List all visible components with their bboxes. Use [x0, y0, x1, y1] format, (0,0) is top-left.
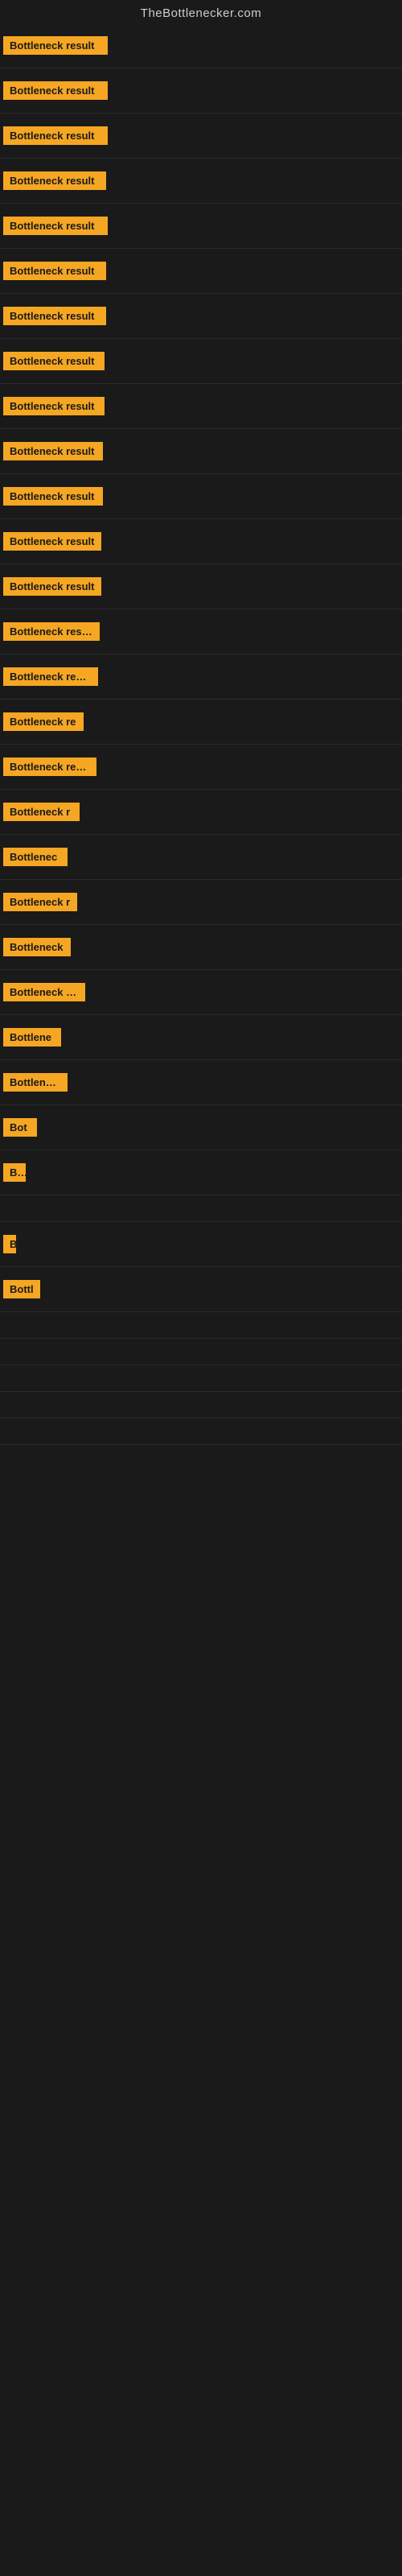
- bottleneck-label: Bottleneck result: [3, 577, 101, 596]
- bottleneck-label: Bottleneck result: [3, 622, 100, 641]
- bottleneck-section: Bottleneck result: [0, 609, 402, 654]
- bottleneck-label: Bottleneck re: [3, 712, 84, 731]
- bottleneck-section: Bottleneck result: [0, 294, 402, 339]
- bottleneck-section: Bottleneck: [0, 1060, 402, 1105]
- bottleneck-item: [0, 1400, 402, 1410]
- bottleneck-item: [0, 1320, 402, 1330]
- bottleneck-label: Bottleneck result: [3, 352, 105, 370]
- bottleneck-label: Bot: [3, 1118, 37, 1137]
- bottleneck-label: Bottleneck result: [3, 307, 106, 325]
- bottleneck-item: Bottleneck r: [0, 798, 402, 826]
- bottleneck-label: Bottleneck res: [3, 983, 85, 1001]
- bottleneck-label: Bottleneck r: [3, 893, 77, 911]
- bottleneck-section: Bottleneck result: [0, 23, 402, 68]
- bottleneck-item: Bottleneck result: [0, 527, 402, 555]
- bottleneck-section: Bottleneck result: [0, 429, 402, 474]
- bottleneck-section: Bottleneck result: [0, 204, 402, 249]
- bottleneck-label: Bottleneck result: [3, 487, 103, 506]
- bottleneck-section: [0, 1339, 402, 1365]
- bottleneck-item: Bottleneck result: [0, 76, 402, 105]
- bottleneck-item: Bottleneck result: [0, 617, 402, 646]
- bottleneck-section: Bottleneck result: [0, 474, 402, 519]
- bottleneck-section: Bottleneck result: [0, 68, 402, 114]
- bottleneck-item: Bottleneck result: [0, 753, 402, 781]
- bottleneck-item: Bottleneck result: [0, 437, 402, 465]
- bottleneck-section: Bo: [0, 1150, 402, 1195]
- bottleneck-section: Bottleneck r: [0, 880, 402, 925]
- bottleneck-section: Bottleneck result: [0, 159, 402, 204]
- bottleneck-label: Bottleneck result: [3, 126, 108, 145]
- bottleneck-item: Bottleneck r: [0, 888, 402, 916]
- bottleneck-label: Bottleneck result: [3, 532, 101, 551]
- bottleneck-section: [0, 1312, 402, 1339]
- bottleneck-item: Bottleneck result: [0, 257, 402, 285]
- bottleneck-section: Bottleneck result: [0, 114, 402, 159]
- bottleneck-section: Bottleneck result: [0, 384, 402, 429]
- bottleneck-section: Bottl: [0, 1267, 402, 1312]
- bottleneck-section: Bottleneck result: [0, 654, 402, 700]
- bottleneck-item: Bottleneck: [0, 933, 402, 961]
- bottleneck-label: Bottleneck result: [3, 397, 105, 415]
- bottleneck-item: Bottleneck result: [0, 31, 402, 60]
- bottleneck-item: Bottleneck result: [0, 392, 402, 420]
- bottleneck-item: [0, 1347, 402, 1356]
- bottleneck-label: Bottleneck: [3, 938, 71, 956]
- site-title: TheBottlenecker.com: [0, 0, 402, 23]
- bottleneck-section: Bottlenec: [0, 835, 402, 880]
- bottleneck-section: Bottleneck result: [0, 519, 402, 564]
- bottleneck-section: B: [0, 1222, 402, 1267]
- bottleneck-section: Bottlene: [0, 1015, 402, 1060]
- bottleneck-label: Bo: [3, 1163, 26, 1182]
- bottleneck-item: Bottleneck result: [0, 347, 402, 375]
- bottleneck-item: Bo: [0, 1158, 402, 1187]
- bottleneck-label: Bottlenec: [3, 848, 68, 866]
- bottleneck-item: Bottleneck re: [0, 708, 402, 736]
- bottleneck-label: Bottlene: [3, 1028, 61, 1046]
- bottleneck-item: Bottleneck result: [0, 212, 402, 240]
- bottleneck-item: Bot: [0, 1113, 402, 1141]
- bottleneck-item: Bottlene: [0, 1023, 402, 1051]
- bottleneck-item: Bottleneck result: [0, 482, 402, 510]
- bottleneck-section: Bottleneck result: [0, 249, 402, 294]
- bottleneck-item: Bottleneck res: [0, 978, 402, 1006]
- bottleneck-item: Bottleneck result: [0, 302, 402, 330]
- bottleneck-item: Bottleneck result: [0, 122, 402, 150]
- bottleneck-item: [0, 1203, 402, 1213]
- bottleneck-section: Bottleneck re: [0, 700, 402, 745]
- bottleneck-section: Bottleneck result: [0, 745, 402, 790]
- bottleneck-section: Bot: [0, 1105, 402, 1150]
- bottleneck-item: [0, 1426, 402, 1436]
- bottleneck-label: Bottleneck result: [3, 171, 106, 190]
- bottleneck-item: Bottl: [0, 1275, 402, 1303]
- bottleneck-label: Bottleneck result: [3, 262, 106, 280]
- bottleneck-section: Bottleneck r: [0, 790, 402, 835]
- bottleneck-label: B: [3, 1235, 16, 1253]
- bottleneck-item: Bottleneck: [0, 1068, 402, 1096]
- bottleneck-label: Bottleneck result: [3, 36, 108, 55]
- bottleneck-section: Bottleneck result: [0, 564, 402, 609]
- bottleneck-label: Bottleneck result: [3, 442, 103, 460]
- bottleneck-label: Bottleneck result: [3, 217, 108, 235]
- bottleneck-item: Bottleneck result: [0, 572, 402, 601]
- bottleneck-section: Bottleneck result: [0, 339, 402, 384]
- bottleneck-item: [0, 1373, 402, 1383]
- bottleneck-label: Bottleneck r: [3, 803, 80, 821]
- bottleneck-section: [0, 1365, 402, 1392]
- bottleneck-label: Bottleneck result: [3, 758, 96, 776]
- bottleneck-label: Bottleneck: [3, 1073, 68, 1092]
- bottleneck-section: Bottleneck res: [0, 970, 402, 1015]
- bottleneck-label: Bottl: [3, 1280, 40, 1298]
- bottleneck-label: Bottleneck result: [3, 81, 108, 100]
- bottleneck-section: Bottleneck: [0, 925, 402, 970]
- bottleneck-list: Bottleneck result Bottleneck result Bottle…: [0, 23, 402, 1445]
- bottleneck-section: [0, 1418, 402, 1445]
- bottleneck-section: [0, 1392, 402, 1418]
- bottleneck-section: [0, 1195, 402, 1222]
- bottleneck-item: B: [0, 1230, 402, 1258]
- bottleneck-label: Bottleneck result: [3, 667, 98, 686]
- bottleneck-item: Bottleneck result: [0, 663, 402, 691]
- bottleneck-item: Bottlenec: [0, 843, 402, 871]
- site-header: TheBottlenecker.com: [0, 0, 402, 23]
- bottleneck-item: Bottleneck result: [0, 167, 402, 195]
